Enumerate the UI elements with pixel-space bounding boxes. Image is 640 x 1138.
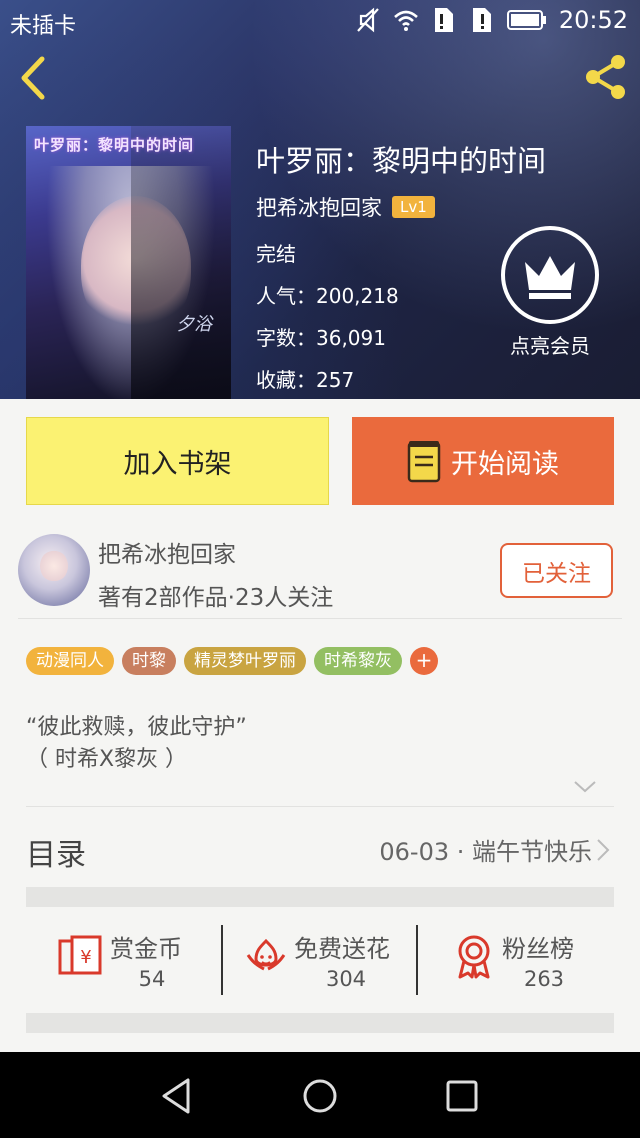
divider (26, 806, 614, 807)
sim-error-icon-2 (472, 8, 491, 32)
expand-description-icon[interactable] (573, 780, 597, 794)
book-cover[interactable]: 叶罗丽：黎明中的时间 夕浴 (26, 126, 231, 399)
description-line: “彼此救赎，彼此守护” (26, 715, 247, 740)
tag-item[interactable]: 精灵梦叶罗丽 (184, 647, 306, 675)
author-avatar[interactable] (18, 534, 90, 606)
level-badge: Lv1 (392, 196, 435, 218)
book-icon (407, 441, 441, 483)
stat-label: 赏金币 (110, 935, 182, 963)
author-row[interactable]: 把希冰抱回家 Lv1 (256, 192, 435, 222)
stat-fan-ranking[interactable]: 粉丝榜 263 (450, 925, 600, 997)
follow-button[interactable]: 已关注 (500, 543, 613, 598)
book-description: “彼此救赎，彼此守护” （ 时希X黎灰 ） (26, 712, 247, 776)
cover-signature: 夕浴 (176, 314, 212, 335)
back-nav-icon[interactable] (158, 1076, 198, 1116)
tag-item[interactable]: 时希黎灰 (314, 647, 402, 675)
medal-ribbon-icon (458, 935, 490, 979)
start-reading-label: 开始阅读 (451, 448, 559, 480)
mute-icon (357, 7, 379, 33)
latest-chapter[interactable]: 06-03 · 端午节快乐 (379, 832, 592, 867)
carrier-label: 未插卡 (10, 14, 77, 39)
cover-art-shadow (131, 126, 231, 399)
battery-icon (506, 10, 546, 30)
start-reading-button[interactable]: 开始阅读 (352, 417, 614, 505)
tag-item[interactable]: 时黎 (122, 647, 176, 675)
author-name[interactable]: 把希冰抱回家 (256, 192, 382, 222)
stat-value: 304 (325, 967, 367, 991)
stat-reward-coins[interactable]: ¥ 赏金币 54 (56, 925, 206, 997)
stat-separator (221, 925, 223, 995)
add-tag-button[interactable]: + (410, 647, 438, 675)
home-nav-icon[interactable] (300, 1076, 340, 1116)
section-band (26, 887, 614, 907)
tag-item[interactable]: 动漫同人 (26, 647, 114, 675)
book-status: 完结 (256, 242, 296, 266)
book-title: 叶罗丽：黎明中的时间 (256, 144, 547, 178)
svg-text:¥: ¥ (80, 947, 91, 968)
vip-label: 点亮会员 (510, 334, 590, 358)
wifi-icon (393, 10, 418, 31)
add-to-shelf-button[interactable]: 加入书架 (26, 417, 329, 505)
word-count: 字数：36,091 (256, 326, 386, 350)
tag-list: 动漫同人 时黎 精灵梦叶罗丽 时希黎灰 + (26, 647, 438, 675)
favorites-count: 收藏：257 (256, 368, 355, 392)
stat-label: 免费送花 (294, 935, 390, 963)
author-card-meta: 著有2部作品·23人关注 (98, 585, 334, 611)
section-band (26, 1013, 614, 1033)
cover-title: 叶罗丽：黎明中的时间 (34, 136, 195, 154)
stat-separator (416, 925, 418, 995)
recents-nav-icon[interactable] (442, 1076, 482, 1116)
back-icon[interactable] (14, 55, 54, 101)
red-envelope-yen-icon: ¥ (58, 935, 102, 975)
crown-icon (525, 256, 575, 299)
status-bar: 未插卡 20:52 (0, 0, 640, 44)
stat-label: 粉丝榜 (502, 935, 574, 963)
author-card-name[interactable]: 把希冰抱回家 (98, 535, 236, 569)
vip-ring (501, 226, 599, 324)
sim-error-icon (434, 8, 453, 32)
stat-value: 263 (523, 967, 565, 991)
flower-icon (246, 938, 286, 971)
book-header: 未插卡 20:52 叶罗丽：黎明中的时间 夕浴 叶罗丽：黎明中的时间 把希冰抱回… (0, 0, 640, 399)
share-icon[interactable] (582, 52, 630, 102)
chevron-right-icon[interactable] (596, 838, 610, 862)
stat-value: 54 (138, 967, 166, 991)
popularity: 人气：200,218 (256, 284, 399, 308)
system-nav-bar (0, 1052, 640, 1138)
stat-free-flowers[interactable]: 免费送花 304 (242, 925, 412, 997)
divider (18, 618, 622, 619)
description-line: （ 时希X黎灰 ） (26, 747, 188, 772)
vip-button[interactable]: 点亮会员 (498, 226, 602, 359)
toc-label[interactable]: 目录 (26, 830, 86, 874)
clock: 20:52 (558, 6, 628, 34)
